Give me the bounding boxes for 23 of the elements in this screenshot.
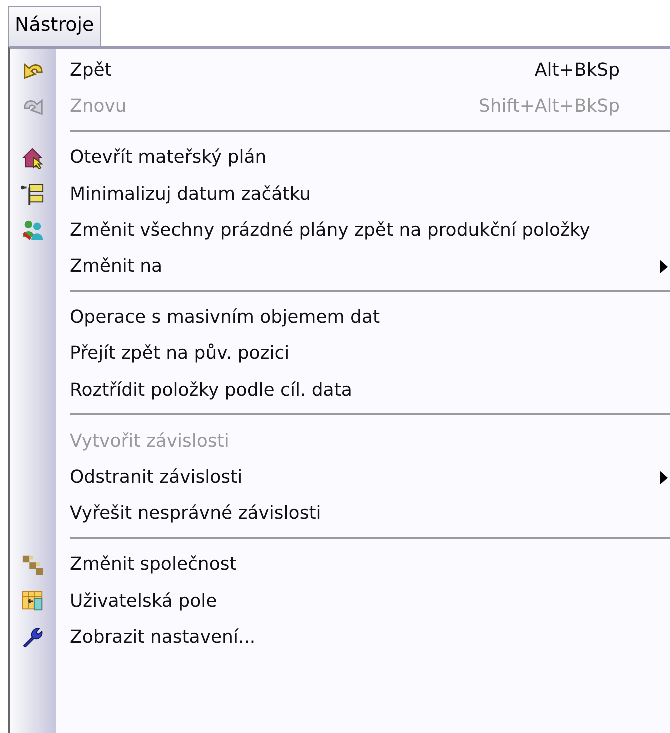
menu-item[interactable]: Minimalizuj datum začátku xyxy=(10,176,670,212)
menu-item[interactable]: Vyřešit nesprávné závislosti xyxy=(10,496,670,532)
menu-item[interactable]: Změnit na xyxy=(10,248,670,285)
shortcut-text: Shift+Alt+BkSp xyxy=(478,95,620,120)
bars-icon xyxy=(21,182,45,206)
shortcut-text: Alt+BkSp xyxy=(534,59,620,84)
menu-title[interactable]: Nástroje xyxy=(8,6,102,46)
menu-item[interactable]: Otevřít mateřský plán xyxy=(10,140,670,176)
menu-item[interactable]: Operace s masivním objemem dat xyxy=(10,300,670,336)
wrench-icon xyxy=(21,625,45,650)
house-icon xyxy=(21,146,45,170)
menu-item[interactable]: Roztřídit položky podle cíl. data xyxy=(10,372,670,408)
menu-item[interactable]: Zobrazit nastavení... xyxy=(10,619,670,656)
menu-item[interactable]: Odstranit závislosti xyxy=(10,459,670,496)
menu-item[interactable]: Změnit všechny prázdné plány zpět na produkční položky xyxy=(10,212,670,248)
menu-item[interactable]: Uživatelská pole xyxy=(10,582,670,620)
people-icon xyxy=(21,218,45,242)
table-icon xyxy=(21,589,45,614)
submenu-arrow-icon xyxy=(660,260,668,274)
menu-item[interactable]: Změnit společnost xyxy=(10,546,670,583)
menu-item[interactable]: Přejít zpět na pův. pozici xyxy=(10,336,670,372)
submenu-arrow-icon xyxy=(660,471,668,486)
menu-item[interactable]: Zpět Alt+BkSp xyxy=(10,52,670,89)
